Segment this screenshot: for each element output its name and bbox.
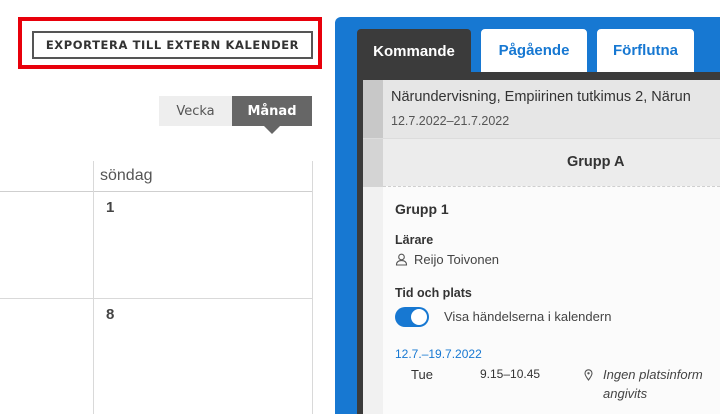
teacher-name: Reijo Toivonen (414, 252, 500, 267)
tab-past[interactable]: Förflutna (597, 29, 694, 72)
tab-ongoing[interactable]: Pågående (481, 29, 587, 72)
tab-content: Närundervisning, Empiirinen tutkimus 2, … (357, 72, 720, 414)
courses-panel: Kommande Pågående Förflutna Närundervisn… (335, 17, 720, 414)
toggle-knob (411, 309, 427, 325)
group-name: Grupp 1 (395, 201, 449, 217)
month-calendar-grid: söndag 1 8 (0, 161, 313, 414)
header-divider (0, 191, 313, 192)
course-card: Närundervisning, Empiirinen tutkimus 2, … (363, 80, 720, 414)
column-divider (93, 161, 94, 414)
export-to-external-calendar-button[interactable]: EXPORTERA TILL EXTERN KALENDER (32, 31, 313, 59)
event-weekday: Tue (411, 367, 433, 382)
teacher-heading: Lärare (395, 233, 434, 247)
group-bar[interactable]: Grupp A (363, 138, 720, 187)
group-bar-label: Grupp A (567, 154, 625, 170)
event-date-range: 12.7.–19.7.2022 (395, 347, 482, 361)
time-place-heading: Tid och plats (395, 286, 472, 300)
event-location-cont: angivits (603, 386, 648, 401)
column-header-sunday: söndag (100, 167, 153, 184)
show-in-calendar-toggle[interactable] (395, 307, 429, 327)
course-title: Närundervisning, Empiirinen tutkimus 2, … (391, 89, 691, 105)
course-dates: 12.7.2022–21.7.2022 (391, 114, 510, 128)
calendar-day-cell[interactable]: 1 (106, 199, 114, 216)
location-pin-icon (584, 368, 593, 386)
page-root: EXPORTERA TILL EXTERN KALENDER Vecka Mån… (0, 0, 720, 414)
group-details: Grupp 1 Lärare Reijo Toivonen Tid och pl… (383, 186, 720, 414)
week-row-divider (0, 298, 313, 299)
view-week-button[interactable]: Vecka (159, 96, 232, 126)
calendar-day-cell[interactable]: 8 (106, 306, 114, 323)
event-time: 9.15–10.45 (480, 367, 541, 381)
event-location: Ingen platsinform (603, 367, 703, 382)
calendar-view-toggle: Vecka Månad (159, 96, 312, 134)
person-icon (395, 253, 408, 271)
course-header[interactable]: Närundervisning, Empiirinen tutkimus 2, … (363, 80, 720, 138)
show-in-calendar-label: Visa händelserna i kalendern (444, 309, 612, 324)
tab-upcoming[interactable]: Kommande (357, 29, 471, 74)
column-divider (312, 161, 313, 414)
view-month-button[interactable]: Månad (232, 96, 312, 134)
